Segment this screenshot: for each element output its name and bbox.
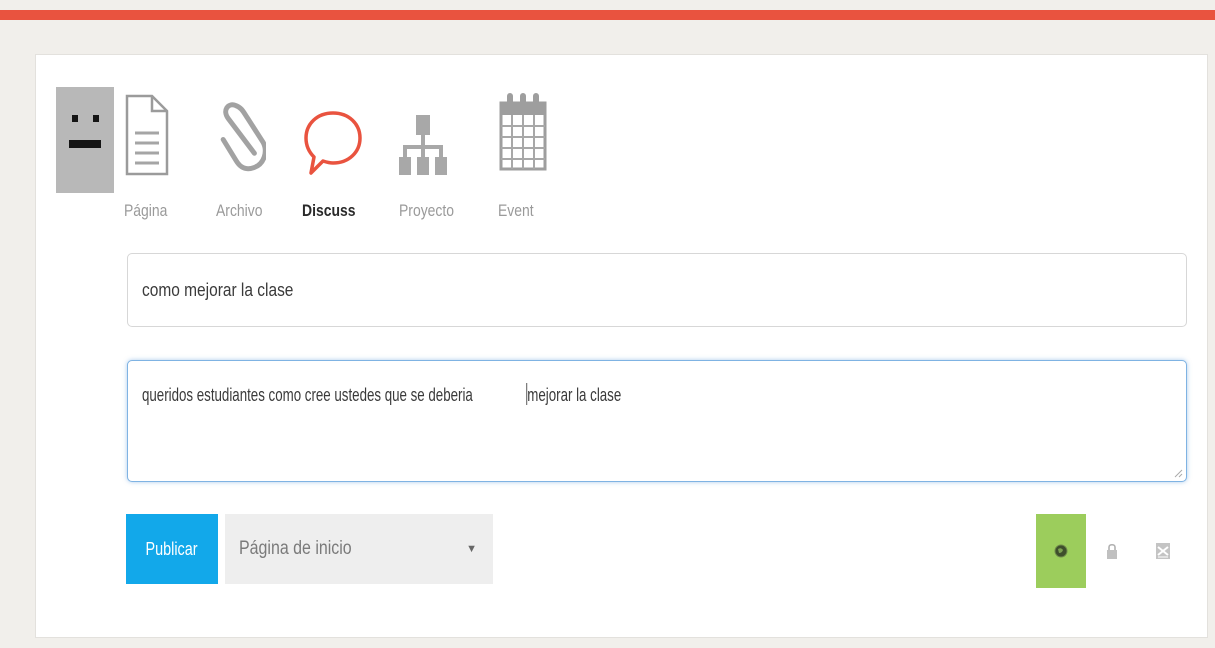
speech-bubble-icon	[302, 109, 364, 184]
lock-icon	[1107, 543, 1117, 559]
body-textarea[interactable]: queridos estudiantes como cree ustedes q…	[127, 360, 1187, 482]
privacy-private-button[interactable]	[1087, 514, 1137, 588]
post-type-label: Discuss	[302, 201, 356, 220]
title-input[interactable]: como mejorar la clase	[127, 253, 1187, 327]
globe-icon	[1054, 544, 1068, 558]
body-textarea-value: queridos estudiantes como cree ustedes q…	[142, 383, 622, 405]
top-accent-bar	[0, 10, 1215, 20]
post-type-label: Archivo	[216, 201, 263, 220]
title-input-value: como mejorar la clase	[142, 280, 294, 300]
resize-handle-icon[interactable]	[1173, 468, 1183, 478]
publish-button[interactable]: Publicar	[126, 514, 218, 584]
draft-icon	[1156, 543, 1170, 559]
destination-select-value: Página de inicio	[239, 538, 352, 559]
org-chart-icon	[399, 113, 447, 184]
privacy-public-button[interactable]	[1036, 514, 1086, 588]
post-type-label: Proyecto	[399, 201, 455, 220]
composer-card: Página Archivo Discuss Proyecto Event co…	[35, 54, 1208, 638]
page-icon	[124, 93, 170, 182]
dropdown-arrow-icon: ▼	[466, 543, 477, 555]
post-type-label: Event	[498, 201, 534, 220]
avatar[interactable]	[56, 87, 114, 193]
calendar-icon	[498, 89, 548, 178]
paperclip-icon	[216, 97, 268, 180]
privacy-draft-button[interactable]	[1137, 514, 1189, 588]
post-type-label: Página	[124, 201, 168, 220]
destination-select[interactable]: Página de inicio ▼	[225, 514, 493, 584]
